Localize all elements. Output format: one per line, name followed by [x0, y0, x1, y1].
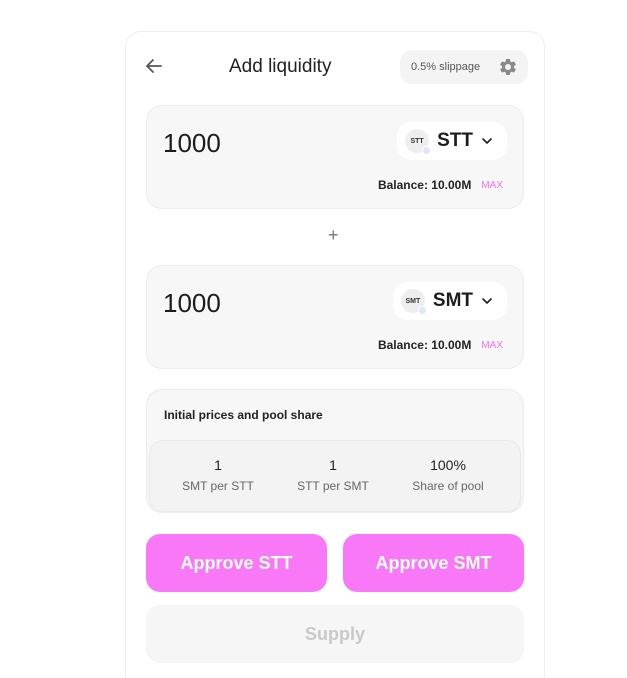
prices-title: Initial prices and pool share	[164, 408, 323, 422]
add-liquidity-card: Add liquidity 0.5% slippage 1000 STT STT…	[125, 31, 545, 678]
prices-stats: 1 SMT per STT 1 STT per SMT 100% Share o…	[149, 440, 521, 512]
token-a-amount-input[interactable]: 1000	[163, 128, 221, 159]
plus-icon: +	[328, 225, 339, 245]
supply-button[interactable]: Supply	[146, 605, 524, 663]
token-a-balance: Balance: 10.00M	[377, 178, 472, 192]
slippage-label: 0.5% slippage	[411, 61, 481, 73]
page-title: Add liquidity	[229, 56, 332, 77]
arrow-left-icon	[146, 59, 162, 73]
token-b-amount-input[interactable]: 1000	[163, 288, 221, 319]
stat-stt-per-smt: 1 STT per SMT	[273, 457, 393, 493]
stat-label: STT per SMT	[297, 479, 369, 493]
stat-value: 100%	[430, 457, 466, 473]
slippage-settings-button[interactable]: 0.5% slippage	[400, 50, 528, 84]
token-a-select-button[interactable]: STT STT	[397, 122, 507, 160]
token-a-symbol: STT	[437, 130, 473, 151]
chain-badge-icon	[417, 306, 427, 315]
stat-value: 1	[329, 457, 337, 473]
token-b-balance: Balance: 10.00M	[377, 338, 472, 352]
token-b-select-button[interactable]: SMT SMT	[392, 282, 507, 320]
token-a-balance-row: Balance: 10.00M MAX	[378, 178, 503, 192]
token-a-input-panel: 1000 STT STT Balance: 10.00M MAX	[146, 105, 524, 209]
smt-token-icon: SMT	[400, 289, 427, 315]
stat-share-of-pool: 100% Share of pool	[388, 457, 508, 493]
token-b-input-panel: 1000 SMT SMT Balance: 10.00M MAX	[146, 265, 524, 369]
token-b-logo-text: SMT	[405, 297, 421, 305]
gear-icon	[500, 58, 516, 75]
chevron-down-icon	[482, 298, 492, 304]
prices-panel: Initial prices and pool share 1 SMT per …	[146, 389, 524, 513]
stat-value: 1	[214, 457, 222, 473]
chevron-down-icon	[482, 138, 492, 144]
stt-token-icon: STT	[405, 129, 432, 155]
approve-smt-button[interactable]: Approve SMT	[343, 534, 524, 592]
stat-smt-per-stt: 1 SMT per STT	[158, 457, 278, 493]
back-button[interactable]	[142, 54, 166, 78]
chain-badge-icon	[422, 146, 432, 155]
token-a-logo-text: STT	[410, 137, 424, 145]
token-b-max-button[interactable]: MAX	[481, 340, 503, 351]
approve-stt-button[interactable]: Approve STT	[146, 534, 327, 592]
stat-label: Share of pool	[412, 479, 484, 493]
token-b-symbol: SMT	[432, 290, 473, 311]
card-header: Add liquidity 0.5% slippage	[126, 32, 544, 102]
token-a-max-button[interactable]: MAX	[481, 180, 503, 191]
token-b-balance-row: Balance: 10.00M MAX	[378, 338, 503, 352]
stat-label: SMT per STT	[182, 479, 254, 493]
